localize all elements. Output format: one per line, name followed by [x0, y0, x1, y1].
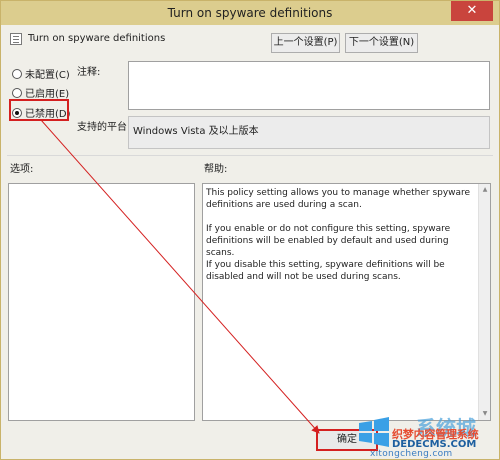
help-paragraph: If you enable or do not configure this s… [206, 224, 451, 258]
radio-circle-icon [12, 88, 22, 98]
divider [7, 155, 493, 156]
setting-title: Turn on spyware definitions [28, 33, 166, 44]
policy-icon [10, 33, 22, 45]
help-scrollbar[interactable]: ▲ ▼ [478, 184, 490, 420]
radio-circle-icon [12, 69, 22, 79]
comment-textarea[interactable] [128, 61, 490, 110]
policy-window: Turn on spyware definitions ✕ Turn on sp… [0, 0, 500, 460]
options-label: 选项: [10, 164, 34, 175]
next-setting-button[interactable]: 下一个设置(N) [345, 33, 418, 53]
windows-logo-icon [359, 417, 389, 447]
close-button[interactable]: ✕ [451, 1, 493, 21]
help-panel[interactable]: This policy setting allows you to manage… [202, 183, 491, 421]
title-bar[interactable]: Turn on spyware definitions ✕ [1, 1, 499, 25]
platform-value: Windows Vista 及以上版本 [133, 126, 259, 137]
help-paragraph: This policy setting allows you to manage… [206, 188, 471, 210]
platform-label: 支持的平台: [77, 122, 131, 133]
platform-field: Windows Vista 及以上版本 [128, 116, 490, 149]
options-panel[interactable] [8, 183, 195, 421]
window-title: Turn on spyware definitions [167, 6, 333, 20]
help-label: 帮助: [204, 164, 228, 175]
radio-label: 未配置(C) [25, 70, 70, 81]
highlight-box [9, 99, 69, 121]
close-icon: ✕ [466, 3, 478, 18]
help-paragraph: If you disable this setting, spyware def… [206, 260, 445, 282]
scroll-down-icon[interactable]: ▼ [481, 410, 489, 418]
comment-label: 注释: [77, 67, 101, 78]
radio-not-configured[interactable]: 未配置(C) [12, 66, 70, 81]
previous-setting-button[interactable]: 上一个设置(P) [271, 33, 340, 53]
scroll-up-icon[interactable]: ▲ [481, 186, 489, 194]
radio-enabled[interactable]: 已启用(E) [12, 85, 69, 100]
watermark-url: xitongcheng.com [370, 449, 453, 459]
